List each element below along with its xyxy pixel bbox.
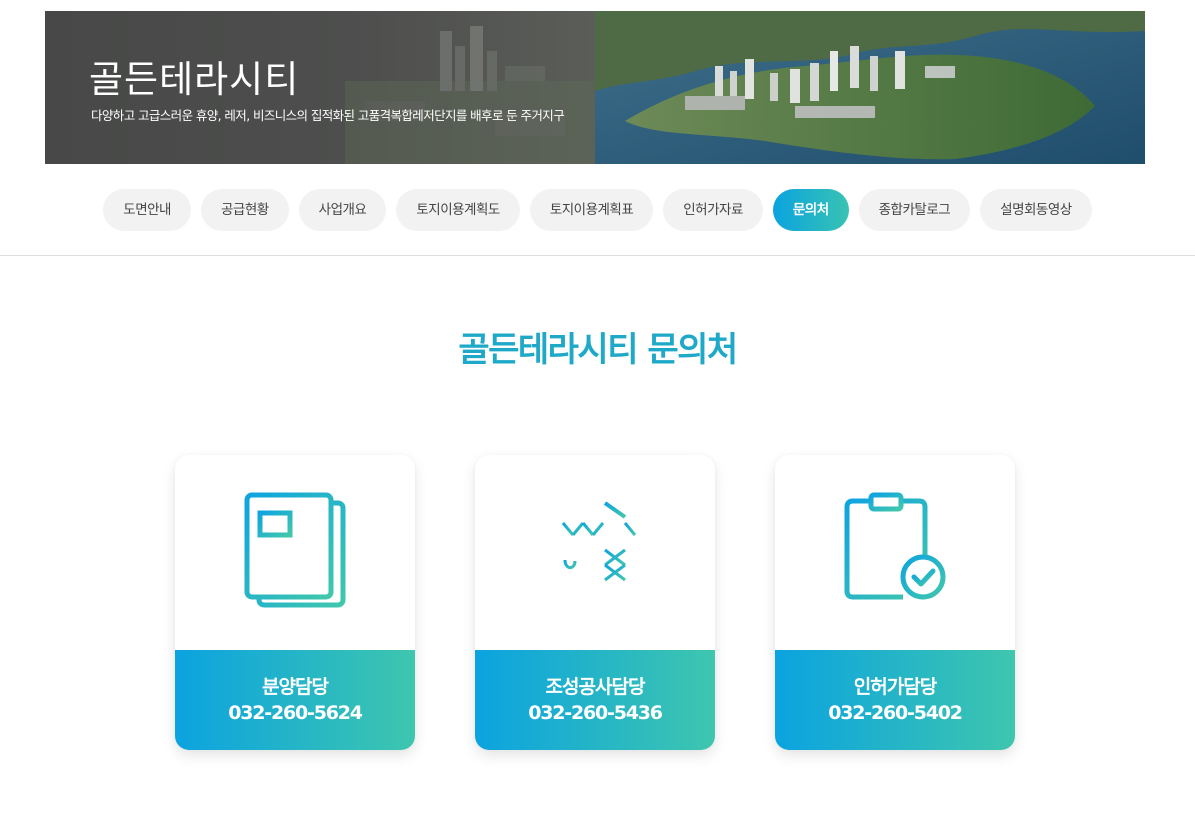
- contact-card-permits: 인허가담당 032-260-5402: [775, 455, 1015, 750]
- tab-land-use-map[interactable]: 토지이용계획도: [396, 189, 520, 231]
- crane-icon: [475, 455, 715, 650]
- banner-aerial-image: [595, 11, 1145, 164]
- contact-info-panel: 인허가담당 032-260-5402: [775, 650, 1015, 750]
- tab-supply-status[interactable]: 공급현황: [200, 189, 289, 231]
- phone-number[interactable]: 032-260-5624: [175, 702, 415, 724]
- department-label: 분양담당: [262, 676, 329, 698]
- tab-permit-documents[interactable]: 인허가자료: [663, 189, 763, 231]
- page: 골든테라시티 다양하고 고급스러운 휴양, 레저, 비즈니스의 집적화된 고품격…: [0, 0, 1195, 820]
- page-title: 골든테라시티 문의처: [458, 330, 738, 370]
- banner-title: 골든테라시티: [89, 58, 300, 101]
- tab-briefing-video[interactable]: 설명회동영상: [980, 189, 1092, 231]
- divider: [0, 255, 1195, 256]
- tab-project-overview[interactable]: 사업개요: [298, 189, 387, 231]
- department-label: 조성공사담당: [545, 676, 646, 698]
- tab-catalog[interactable]: 종합카탈로그: [858, 189, 971, 231]
- section-tabs: 도면안내 공급현황 사업개요 토지이용계획도 토지이용계획표 인허가자료 문의처…: [0, 189, 1195, 231]
- hero-banner: 골든테라시티 다양하고 고급스러운 휴양, 레저, 비즈니스의 집적화된 고품격…: [45, 11, 1145, 164]
- contact-info-panel: 분양담당 032-260-5624: [175, 650, 415, 750]
- contact-card-construction: 조성공사담당 032-260-5436: [475, 455, 715, 750]
- banner-subtitle: 다양하고 고급스러운 휴양, 레저, 비즈니스의 집적화된 고품격복합레저단지를…: [91, 108, 565, 123]
- banner-city-silhouette: [345, 26, 595, 164]
- tab-floor-plan[interactable]: 도면안내: [103, 189, 191, 231]
- phone-number[interactable]: 032-260-5436: [475, 702, 715, 724]
- phone-number[interactable]: 032-260-5402: [775, 702, 1015, 724]
- clipboard-check-icon: [775, 455, 1015, 650]
- contact-info-panel: 조성공사담당 032-260-5436: [475, 650, 715, 750]
- tab-contact[interactable]: 문의처: [772, 189, 849, 231]
- tab-land-use-table[interactable]: 토지이용계획표: [529, 189, 654, 231]
- contact-card-sales: 분양담당 032-260-5624: [175, 455, 415, 750]
- department-label: 인허가담당: [853, 676, 937, 698]
- document-icon: [175, 455, 415, 650]
